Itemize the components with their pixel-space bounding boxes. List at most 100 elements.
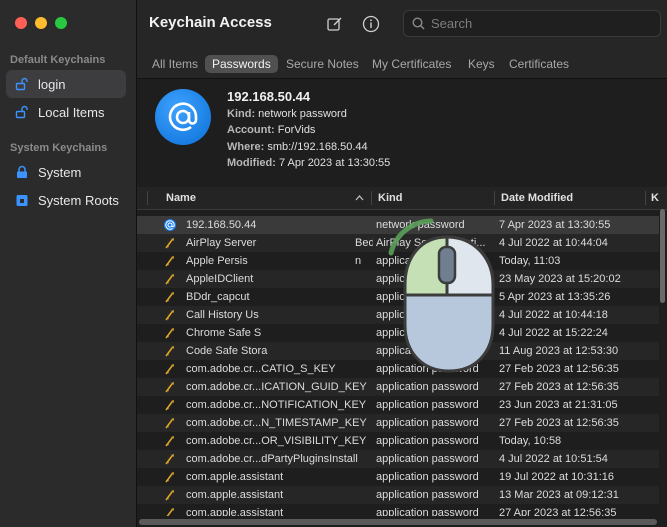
row-name: BDdr_capcut [186,291,250,303]
window-title: Keychain Access [149,14,272,31]
unlocked-padlock-icon [14,104,30,120]
row-kind: application password [376,435,479,447]
key-icon [164,237,176,249]
row-name: Code Safe Stora [186,345,268,357]
keychain-window: Default Keychains login Local Items Syst… [0,0,667,527]
row-name-tail: n [355,255,362,267]
detail-modified: Modified: 7 Apr 2023 at 13:30:55 [227,157,391,169]
compose-icon[interactable] [323,12,347,36]
sort-ascending-icon[interactable] [355,187,364,209]
search-placeholder: Search [431,16,473,31]
key-icon [164,309,176,321]
unlocked-padlock-icon [14,76,30,92]
table-row[interactable]: com.adobe.cr...dPartyPluginsInstall appli… [137,450,659,468]
table-row[interactable]: com.apple.assistant application password 1… [137,468,659,486]
tab-secure-notes[interactable]: Secure Notes [279,55,366,73]
row-date-modified: 5 Apr 2023 at 13:35:26 [499,291,611,303]
row-date-modified: 4 Jul 2022 at 10:51:54 [499,453,608,465]
table-row[interactable]: com.adobe.cr...NOTIFICATION_KEY applicati… [137,396,659,414]
tab-all-items[interactable]: All Items [145,55,205,73]
row-date-modified: 27 Apr 2023 at 12:56:35 [499,507,617,516]
column-header-date-modified[interactable]: Date Modified [501,187,573,209]
row-name: 192.168.50.44 [186,219,257,231]
sidebar-section-system-keychains: System Keychains [10,142,108,154]
tab-passwords[interactable]: Passwords [205,55,278,73]
row-kind: application password [376,399,479,411]
scrollbar-thumb[interactable] [660,209,665,303]
row-date-modified: 4 Jul 2022 at 10:44:18 [499,309,608,321]
search-icon [412,17,425,30]
table-row[interactable]: com.adobe.cr...ICATION_GUID_KEY applicati… [137,378,659,396]
detail-account: Account: ForVids [227,124,316,136]
search-field[interactable]: Search [403,10,661,37]
row-name: com.apple.assistant [186,507,284,516]
detail-title: 192.168.50.44 [227,89,311,104]
row-kind: application password [376,417,479,429]
sidebar-item-login[interactable]: login [6,70,126,98]
table-header: Name Kind Date Modified K [137,187,667,210]
key-icon [164,453,176,465]
column-header-extra[interactable]: K [651,187,659,209]
row-date-modified: 27 Feb 2023 at 12:56:35 [499,381,619,393]
table-row[interactable]: com.apple.assistant application password 2… [137,504,659,516]
row-kind: application password [376,489,479,501]
sidebar-item-label: login [38,76,66,92]
row-date-modified: Today, 10:58 [499,435,562,447]
key-icon [164,291,176,303]
row-date-modified: 7 Apr 2023 at 13:30:55 [499,219,611,231]
column-header-name[interactable]: Name [166,187,196,209]
sidebar-item-label: System Roots [38,192,119,208]
key-icon [164,435,176,447]
row-name: AppleIDClient [186,273,254,285]
row-date-modified: 27 Feb 2023 at 12:56:35 [499,363,619,375]
sidebar-item-system-roots[interactable]: System Roots [6,186,126,214]
row-name-tail: Bedc [355,237,373,249]
sidebar-item-local-items[interactable]: Local Items [6,98,126,126]
tab-certificates[interactable]: Certificates [502,55,576,73]
row-name: Apple Persis [186,255,248,267]
row-date-modified: 23 Jun 2023 at 21:31:05 [499,399,618,411]
locked-padlock-icon [14,164,30,180]
row-kind: application password [376,453,479,465]
sidebar: Default Keychains login Local Items Syst… [0,0,137,527]
row-date-modified: 23 May 2023 at 15:20:02 [499,273,621,285]
row-name: Chrome Safe S [186,327,262,339]
sidebar-item-label: Local Items [38,104,105,120]
key-icon [164,255,176,267]
detail-where: Where: smb://192.168.50.44 [227,141,368,153]
column-divider [494,191,495,205]
table-row[interactable]: com.adobe.cr...N_TIMESTAMP_KEY applicatio… [137,414,659,432]
table-row[interactable]: com.apple.assistant application password 1… [137,486,659,504]
vertical-scrollbar[interactable] [658,209,667,517]
row-kind: application password [376,507,479,516]
key-icon [164,399,176,411]
locked-cabinet-icon [14,192,30,208]
info-icon[interactable] [359,12,383,36]
table-row[interactable]: com.adobe.cr...OR_VISIBILITY_KEY applicat… [137,432,659,450]
mouse-left-click-icon [377,215,507,375]
network-at-icon [164,219,176,231]
row-name: com.adobe.cr...CATIO_S_KEY [186,363,336,375]
row-name: com.apple.assistant [186,471,284,483]
column-divider [371,191,372,205]
horizontal-scrollbar[interactable] [139,519,657,525]
key-icon [164,471,176,483]
row-name: AirPlay Server [186,237,257,249]
key-icon [164,273,176,285]
row-kind: application password [376,381,479,393]
sidebar-item-system[interactable]: System [6,158,126,186]
sidebar-section-default-keychains: Default Keychains [10,54,106,66]
tab-keys[interactable]: Keys [461,55,502,73]
row-name: com.apple.assistant [186,489,284,501]
maximize-window-button[interactable] [55,17,67,29]
minimize-window-button[interactable] [35,17,47,29]
close-window-button[interactable] [15,17,27,29]
tab-my-certificates[interactable]: My Certificates [365,55,458,73]
row-date-modified: 19 Jul 2022 at 10:31:16 [499,471,614,483]
column-header-kind[interactable]: Kind [378,187,402,209]
row-date-modified: 4 Jul 2022 at 15:22:24 [499,327,608,339]
key-icon [164,345,176,357]
row-date-modified: 27 Feb 2023 at 12:56:35 [499,417,619,429]
detail-kind: Kind: network password [227,108,347,120]
row-name: com.adobe.cr...NOTIFICATION_KEY [186,399,367,411]
